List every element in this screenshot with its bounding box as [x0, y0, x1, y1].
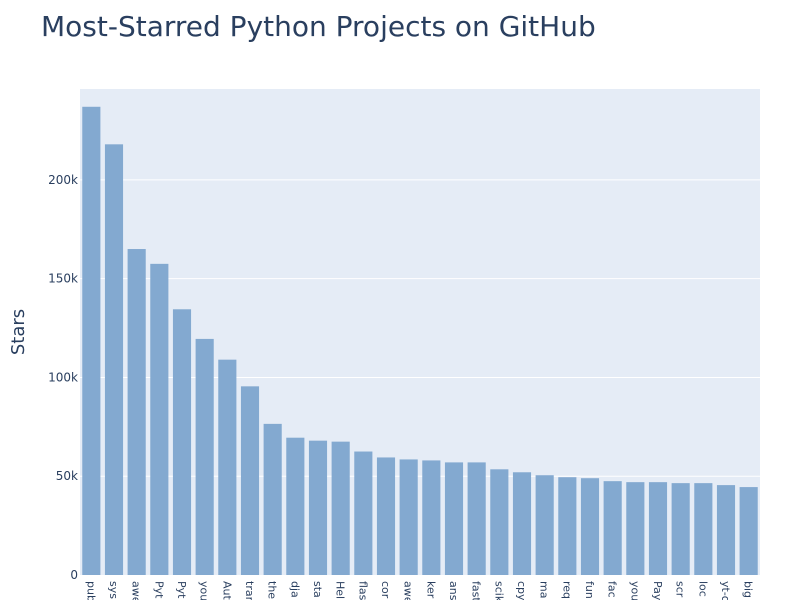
- bar: [150, 263, 169, 575]
- x-tick-label: Hel: [334, 581, 347, 599]
- bar: [331, 441, 350, 575]
- x-tick-label: you: [198, 581, 211, 600]
- x-tick-label: flas: [356, 581, 369, 600]
- x-tick-label: tran: [243, 581, 256, 600]
- x-tick-label: you: [628, 581, 641, 600]
- bar-chart: 050k100k150k200k pub sys awe Pyt Pyt you Aut tr…: [8, 89, 760, 600]
- bar: [580, 478, 600, 575]
- x-tick-label: big: [742, 581, 755, 598]
- bar: [671, 483, 690, 575]
- x-tick-label: the: [266, 581, 279, 599]
- x-tick-label: Aut: [220, 581, 233, 600]
- bar: [82, 106, 101, 575]
- bar: [558, 477, 577, 575]
- x-tick-label: fast: [470, 581, 483, 600]
- bar: [104, 144, 124, 575]
- y-tick-label: 50k: [56, 469, 78, 483]
- x-tick-label: awe: [402, 581, 415, 600]
- y-axis-label: Stars: [8, 309, 29, 355]
- x-tick-label: Pyt: [175, 581, 188, 599]
- bar: [626, 482, 645, 575]
- bar: [648, 482, 668, 575]
- x-tick-label: loc: [696, 581, 709, 597]
- x-tick-label: sta: [311, 581, 324, 598]
- bar: [535, 475, 554, 575]
- x-tick-label: scr: [674, 581, 687, 598]
- bar: [127, 249, 146, 575]
- bar: [490, 469, 509, 575]
- bar: [399, 459, 418, 575]
- x-axis-ticks: pub sys awe Pyt Pyt you Aut tran the dja sta Hel fla…: [84, 581, 754, 600]
- x-tick-label: Pay: [651, 581, 664, 600]
- y-tick-label: 150k: [48, 272, 78, 286]
- bar: [218, 359, 237, 575]
- x-tick-label: ans: [447, 581, 460, 600]
- bar: [422, 460, 441, 575]
- bar: [716, 485, 736, 575]
- x-tick-label: dja: [288, 581, 301, 598]
- bar: [739, 487, 758, 575]
- x-tick-label: scik: [492, 581, 505, 600]
- x-tick-label: fac: [606, 581, 619, 598]
- bar: [512, 472, 532, 575]
- x-tick-label: cpy: [515, 581, 528, 600]
- bar: [172, 309, 192, 575]
- y-tick-label: 100k: [48, 370, 78, 384]
- bar: [286, 437, 305, 575]
- bar: [354, 451, 373, 575]
- bar: [376, 457, 396, 575]
- bar: [467, 462, 486, 575]
- y-tick-label: 0: [70, 568, 78, 582]
- x-tick-label: req: [560, 581, 573, 599]
- bar: [694, 483, 713, 575]
- x-tick-label: cor: [379, 581, 392, 599]
- x-tick-label: awe: [130, 581, 143, 600]
- x-tick-label: ker: [424, 581, 437, 599]
- y-tick-label: 200k: [48, 173, 78, 187]
- x-tick-label: Pyt: [152, 581, 165, 599]
- x-tick-label: sys: [107, 581, 120, 599]
- bar: [195, 338, 214, 575]
- bar: [263, 423, 282, 575]
- x-tick-label: ma: [538, 581, 551, 598]
- bar: [308, 440, 328, 575]
- y-axis-ticks: 0 50k 100k 150k 200k: [48, 173, 78, 582]
- bar: [603, 481, 622, 575]
- x-tick-label: yt-d: [719, 581, 732, 600]
- x-tick-label: fun: [583, 581, 596, 599]
- bar: [444, 462, 464, 575]
- x-tick-label: pub: [84, 581, 97, 600]
- bar: [240, 386, 260, 575]
